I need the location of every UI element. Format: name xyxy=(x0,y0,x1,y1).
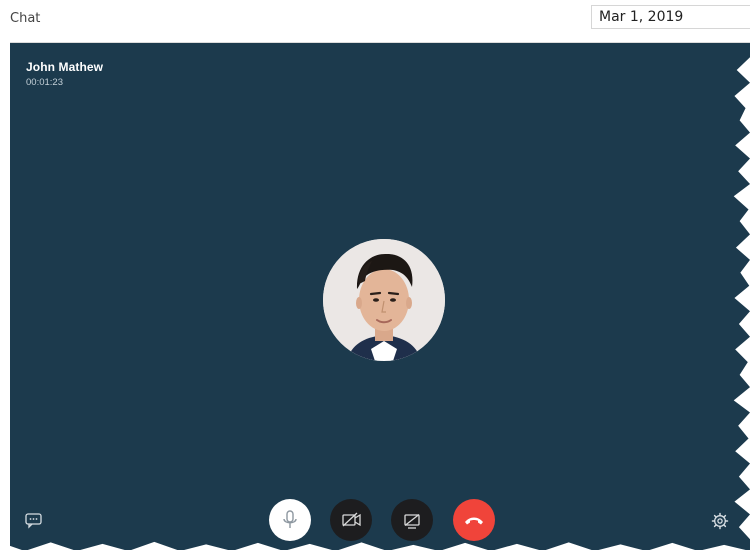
page-title: Chat xyxy=(10,11,41,26)
mute-button[interactable] xyxy=(269,499,311,541)
end-call-button[interactable] xyxy=(453,499,495,541)
call-controls xyxy=(269,499,496,541)
page: Chat Mar 1, 2019 John Mathew 00:01:23 xyxy=(0,0,750,550)
end-call-icon xyxy=(465,517,483,525)
video-toggle-button[interactable] xyxy=(330,499,372,541)
video-off-icon xyxy=(342,512,361,527)
call-panel: John Mathew 00:01:23 xyxy=(10,42,750,550)
screen-share-button[interactable] xyxy=(391,499,433,541)
screen-share-off-icon xyxy=(404,513,420,529)
gear-icon[interactable] xyxy=(711,512,729,530)
call-timer: 00:01:23 xyxy=(26,77,63,88)
avatar xyxy=(323,239,445,361)
caller-name: John Mathew xyxy=(26,60,104,74)
microphone-icon xyxy=(283,510,297,528)
chat-icon[interactable] xyxy=(25,513,43,529)
date-field[interactable]: Mar 1, 2019 xyxy=(591,5,750,29)
